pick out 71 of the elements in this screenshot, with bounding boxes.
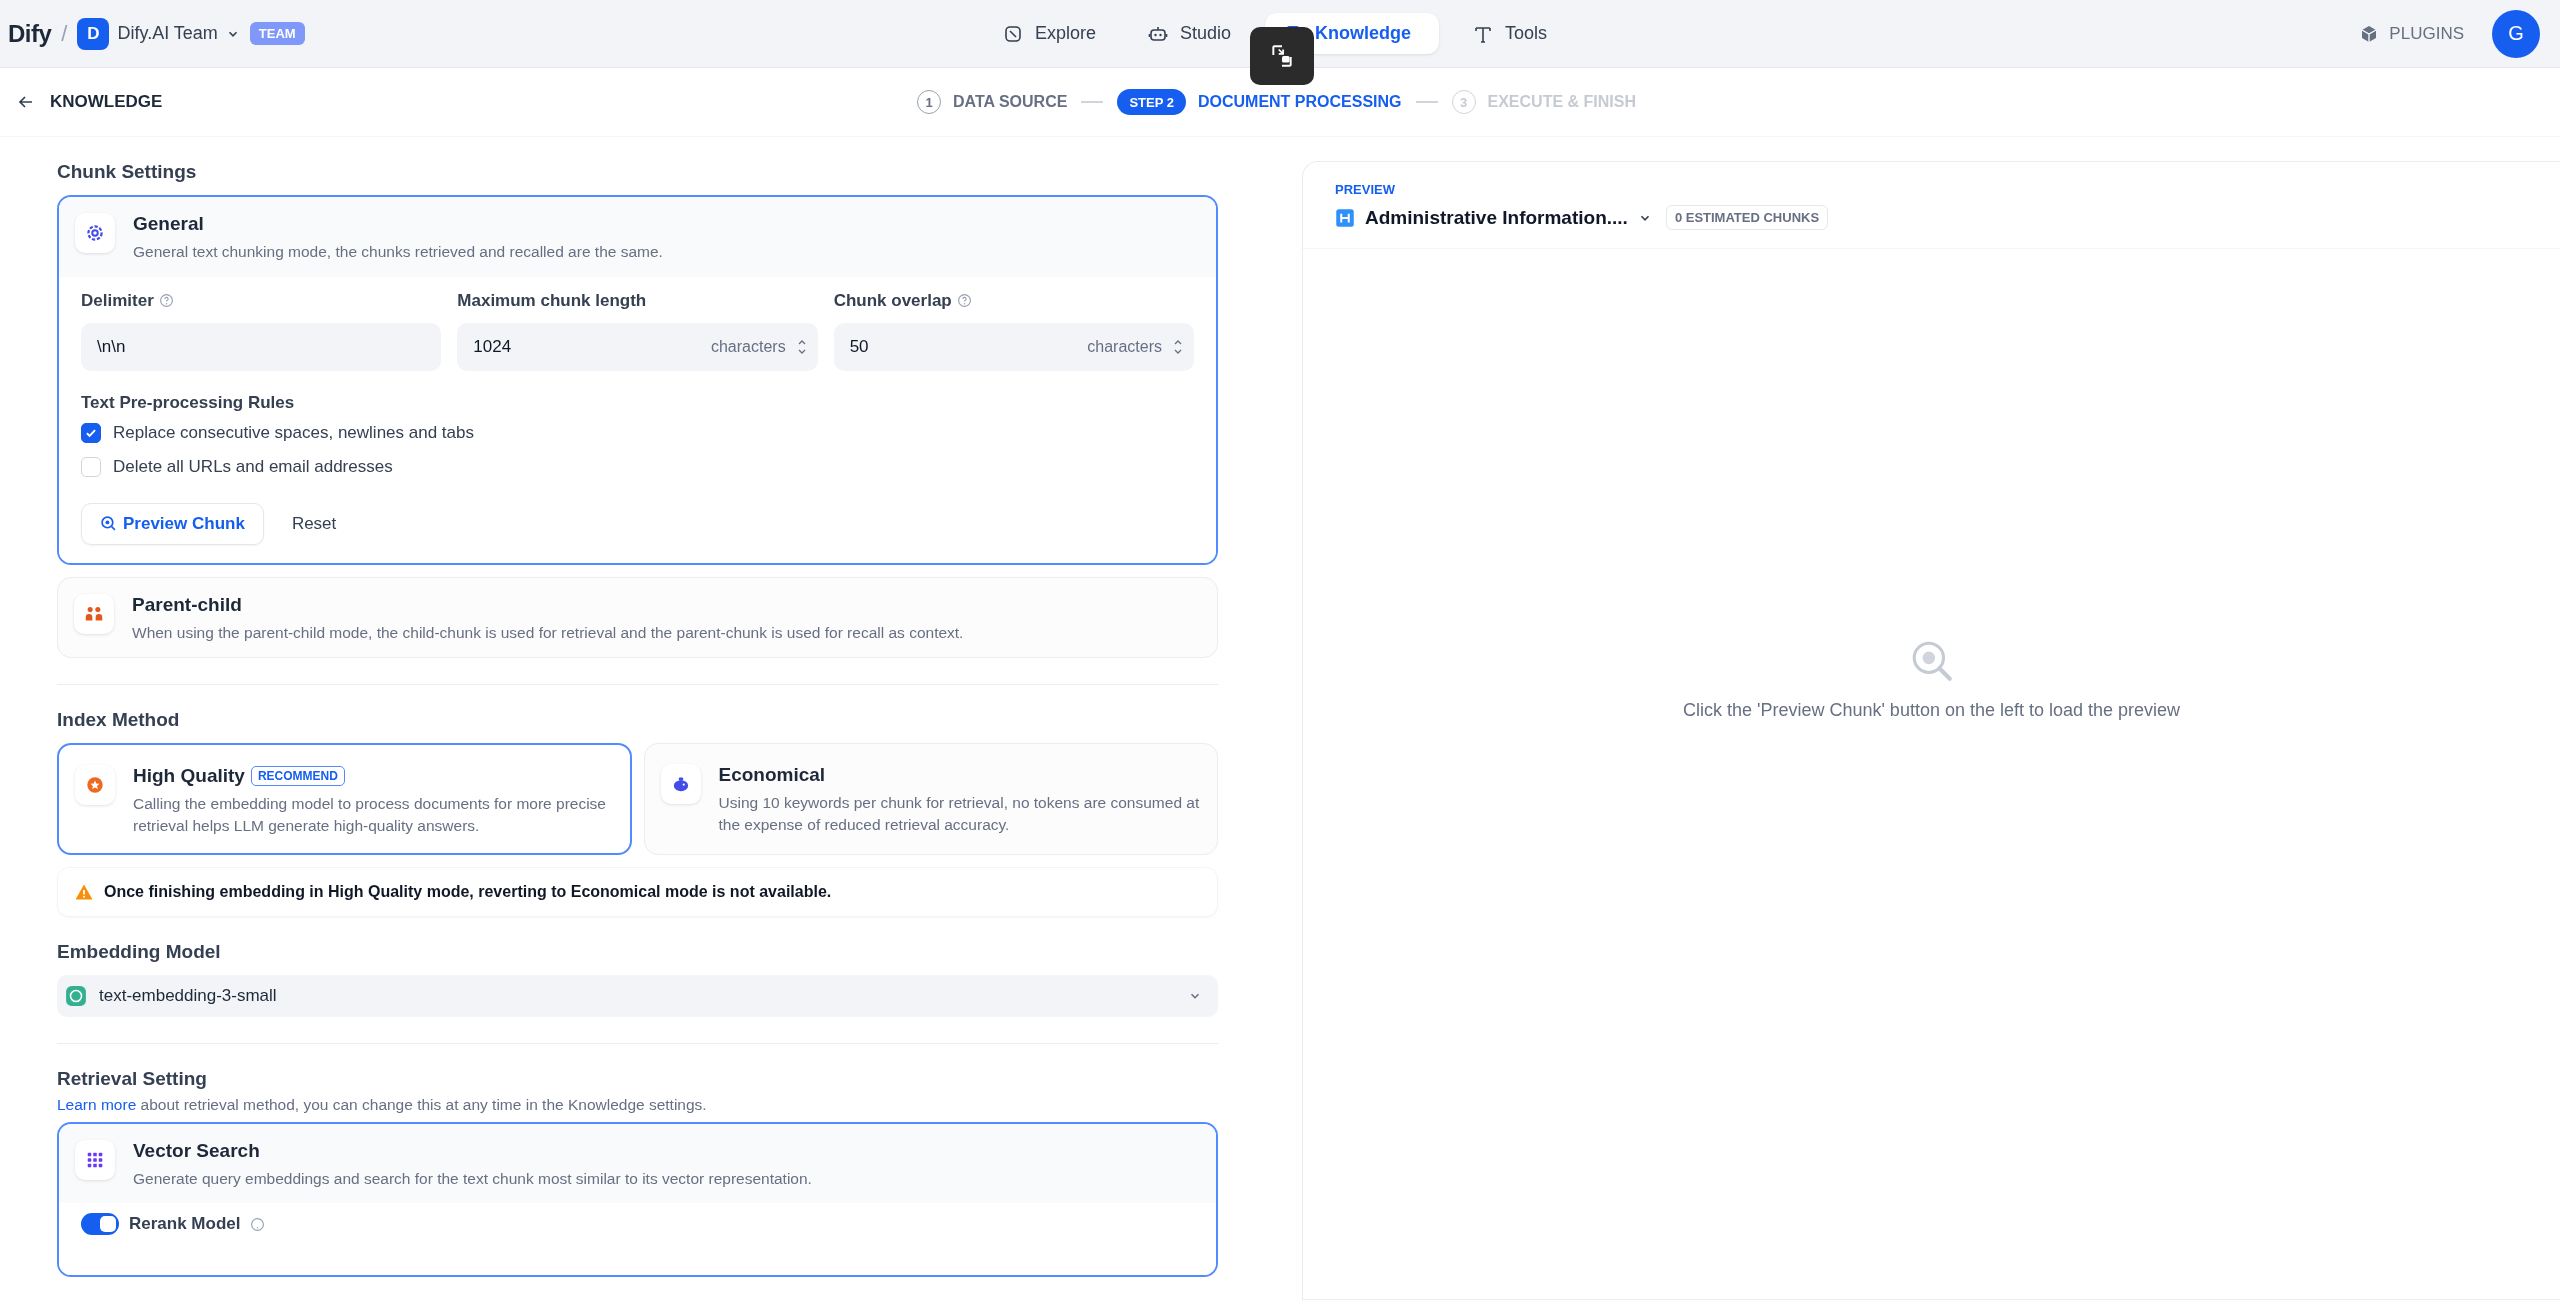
mode-description: When using the parent-child mode, the child-chunk is used for retrieval and the parent-chunk is used for recall as context.	[132, 622, 964, 643]
screen-share-toast[interactable]	[1250, 27, 1314, 85]
model-select[interactable]: text-embedding-3-small	[57, 974, 1218, 1017]
chunk-mode-card[interactable]: Parent-child When using the parent-child mode, the child-chunk is used for retrieval and the parent-chunk is used for recall as context.	[57, 576, 1218, 659]
field-label: Chunk overlap	[833, 290, 952, 311]
help-icon	[956, 293, 972, 309]
number-input[interactable]: 1024 characters	[457, 322, 818, 371]
nav-tab[interactable]: Tools	[1455, 13, 1566, 54]
help-icon	[250, 1216, 266, 1232]
section-title: Chunk Settings	[57, 161, 198, 183]
section-title: Index Method	[57, 709, 181, 732]
help-icon	[158, 293, 174, 309]
checkbox-label: Delete all URLs and email addresses	[113, 456, 393, 477]
retrieval-method-card[interactable]: Vector Search Generate query embeddings and search for the text chunk most similar to its vector representation. Rerank Model	[57, 1121, 1218, 1278]
recommend-badge: RECOMMEND	[250, 766, 345, 787]
chunk-mode-card[interactable]	[57, 195, 1218, 565]
empty-state-text: Click the 'Preview Chunk' button on the left to load the preview	[1682, 699, 2181, 721]
step-number: STEP 2	[1117, 89, 1186, 115]
section-title: Embedding Model	[57, 940, 222, 963]
step-label: EXECUTE & FINISH	[1487, 93, 1636, 111]
logo[interactable]: Dify	[8, 19, 52, 48]
option-title: High Quality	[133, 765, 245, 788]
team-badge: TEAM	[249, 22, 305, 45]
number-input[interactable]: \n\n	[81, 322, 442, 371]
index-method-card[interactable]: Economical Using 10 keywords per chunk for retrieval, no tokens are consumed at the expense of reduced retrieval accuracy.	[643, 743, 1218, 855]
chunk-count-badge: 0 ESTIMATED CHUNKS	[1665, 205, 1829, 230]
field-label: Maximum chunk length	[457, 290, 647, 311]
mode-description: General text chunking mode, the chunks retrieved and recalled are the same.	[133, 242, 663, 262]
mode-title: Vector Search	[133, 1139, 261, 1162]
rerank-toggle[interactable]	[81, 1213, 119, 1236]
step-label: DOCUMENT PROCESSING	[1197, 93, 1402, 111]
retrieval-note: Learn more about retrieval method, you can change this at any time in the Knowledge settings.	[57, 1095, 708, 1114]
people-icon	[74, 593, 114, 634]
step-label: DATA SOURCE	[953, 93, 1068, 111]
gear-icon	[75, 213, 115, 253]
preview-chunk-button[interactable]: Preview Chunk	[81, 502, 264, 545]
option-title: Economical	[718, 764, 826, 787]
rules-title: Text Pre-processing Rules	[81, 392, 296, 413]
workspace-switcher[interactable]: D Dify.AI Team	[77, 17, 240, 50]
plugins-button[interactable]: PLUGINS	[2359, 23, 2464, 44]
reset-button[interactable]: Reset	[291, 513, 337, 534]
option-description: Using 10 keywords per chunk for retrieval, no tokens are consumed at the expense of reduced retrieval accuracy.	[718, 793, 1201, 836]
nav-tab[interactable]: Studio	[1130, 13, 1250, 54]
exit-fullscreen-icon	[1269, 43, 1295, 69]
user-avatar[interactable]: G	[2492, 9, 2540, 58]
warning-text: Once finishing embedding in High Quality mode, reverting to Economical mode is not available.	[104, 882, 832, 901]
search-icon	[100, 515, 117, 533]
dot-grid-icon	[75, 1139, 115, 1180]
number-input[interactable]: 50 characters	[833, 322, 1194, 371]
star-badge-icon	[75, 765, 115, 806]
separator: /	[61, 20, 68, 47]
mode-title: Parent-child	[132, 593, 243, 616]
checkbox-label: Replace consecutive spaces, newlines and tabs	[113, 422, 474, 443]
document-selector[interactable]: Administrative Information....	[1335, 206, 1652, 229]
model-logo-icon	[65, 984, 87, 1007]
index-method-card[interactable]: High Quality RECOMMEND Calling the embedding model to process documents for more precise retrieval helps LLM generate high-quality answers.	[57, 743, 632, 855]
section-title: Retrieval Setting	[57, 1067, 208, 1090]
document-icon	[1335, 207, 1355, 228]
rerank-label: Rerank Model	[129, 1214, 241, 1235]
mode-description: Generate query embeddings and search for the text chunk most similar to its vector representation.	[133, 1168, 812, 1189]
piggy-bank-icon	[660, 764, 701, 805]
workspace-name: Dify.AI Team	[117, 23, 218, 44]
back-link[interactable]: KNOWLEDGE	[16, 92, 163, 112]
mode-title: General	[133, 213, 205, 235]
option-description: Calling the embedding model to process documents for more precise retrieval helps LLM generate high-quality answers.	[133, 794, 607, 837]
nav-tab[interactable]: Explore	[985, 13, 1115, 54]
preview-label: PREVIEW	[1335, 182, 1396, 197]
workspace-avatar: D	[77, 17, 110, 50]
checkbox[interactable]	[81, 422, 101, 443]
learn-more-link[interactable]: Learn more	[57, 1095, 137, 1113]
field-label: Delimiter	[81, 290, 154, 311]
